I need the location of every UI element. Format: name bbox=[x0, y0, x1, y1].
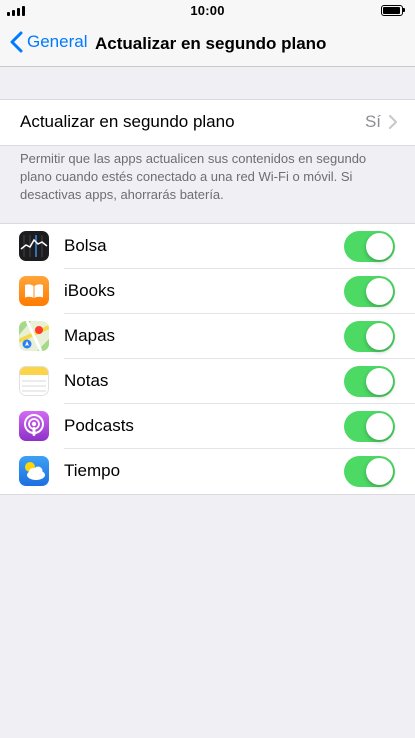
toggle-bolsa[interactable] bbox=[344, 231, 395, 262]
background-refresh-description: Permitir que las apps actualicen sus con… bbox=[20, 151, 367, 202]
toggle-mapas[interactable] bbox=[344, 321, 395, 352]
status-time: 10:00 bbox=[190, 3, 225, 18]
app-row-bolsa: Bolsa bbox=[0, 224, 415, 269]
background-refresh-value-text: Sí bbox=[364, 112, 381, 131]
app-list: Bolsa iBooks Mapas Notas Podcasts Tiempo bbox=[0, 223, 415, 495]
status-bar: 10:00 bbox=[0, 0, 415, 22]
chevron-right-icon bbox=[389, 115, 397, 129]
stocks-icon bbox=[19, 231, 49, 261]
app-name: Notas bbox=[64, 371, 109, 390]
back-button[interactable]: General bbox=[10, 31, 87, 53]
toggle-notas[interactable] bbox=[344, 366, 395, 397]
weather-icon bbox=[19, 456, 49, 486]
ibooks-icon bbox=[19, 276, 49, 306]
chevron-left-icon bbox=[10, 31, 23, 53]
navigation-bar: General Actualizar en segundo plano bbox=[0, 22, 415, 67]
app-row-ibooks: iBooks bbox=[0, 269, 415, 314]
page-title: Actualizar en segundo plano bbox=[95, 34, 327, 53]
app-name: Bolsa bbox=[64, 236, 107, 255]
app-row-notas: Notas bbox=[0, 359, 415, 404]
app-name: Tiempo bbox=[64, 461, 121, 480]
podcasts-icon bbox=[19, 411, 49, 441]
background-refresh-value: Sí bbox=[365, 112, 397, 132]
app-name: Podcasts bbox=[64, 416, 134, 435]
background-refresh-label: Actualizar en segundo plano bbox=[20, 112, 235, 131]
battery-icon bbox=[381, 5, 405, 16]
back-button-label: General bbox=[27, 32, 88, 51]
app-row-tiempo: Tiempo bbox=[0, 449, 415, 494]
toggle-tiempo[interactable] bbox=[344, 456, 395, 487]
notes-icon bbox=[19, 366, 49, 396]
app-name: iBooks bbox=[64, 281, 116, 300]
app-row-podcasts: Podcasts bbox=[0, 404, 415, 449]
background-refresh-row[interactable]: Actualizar en segundo plano Sí bbox=[0, 99, 415, 146]
app-name: Mapas bbox=[64, 326, 116, 345]
app-row-mapas: Mapas bbox=[0, 314, 415, 359]
toggle-podcasts[interactable] bbox=[344, 411, 395, 442]
maps-icon bbox=[19, 321, 49, 351]
toggle-ibooks[interactable] bbox=[344, 276, 395, 307]
